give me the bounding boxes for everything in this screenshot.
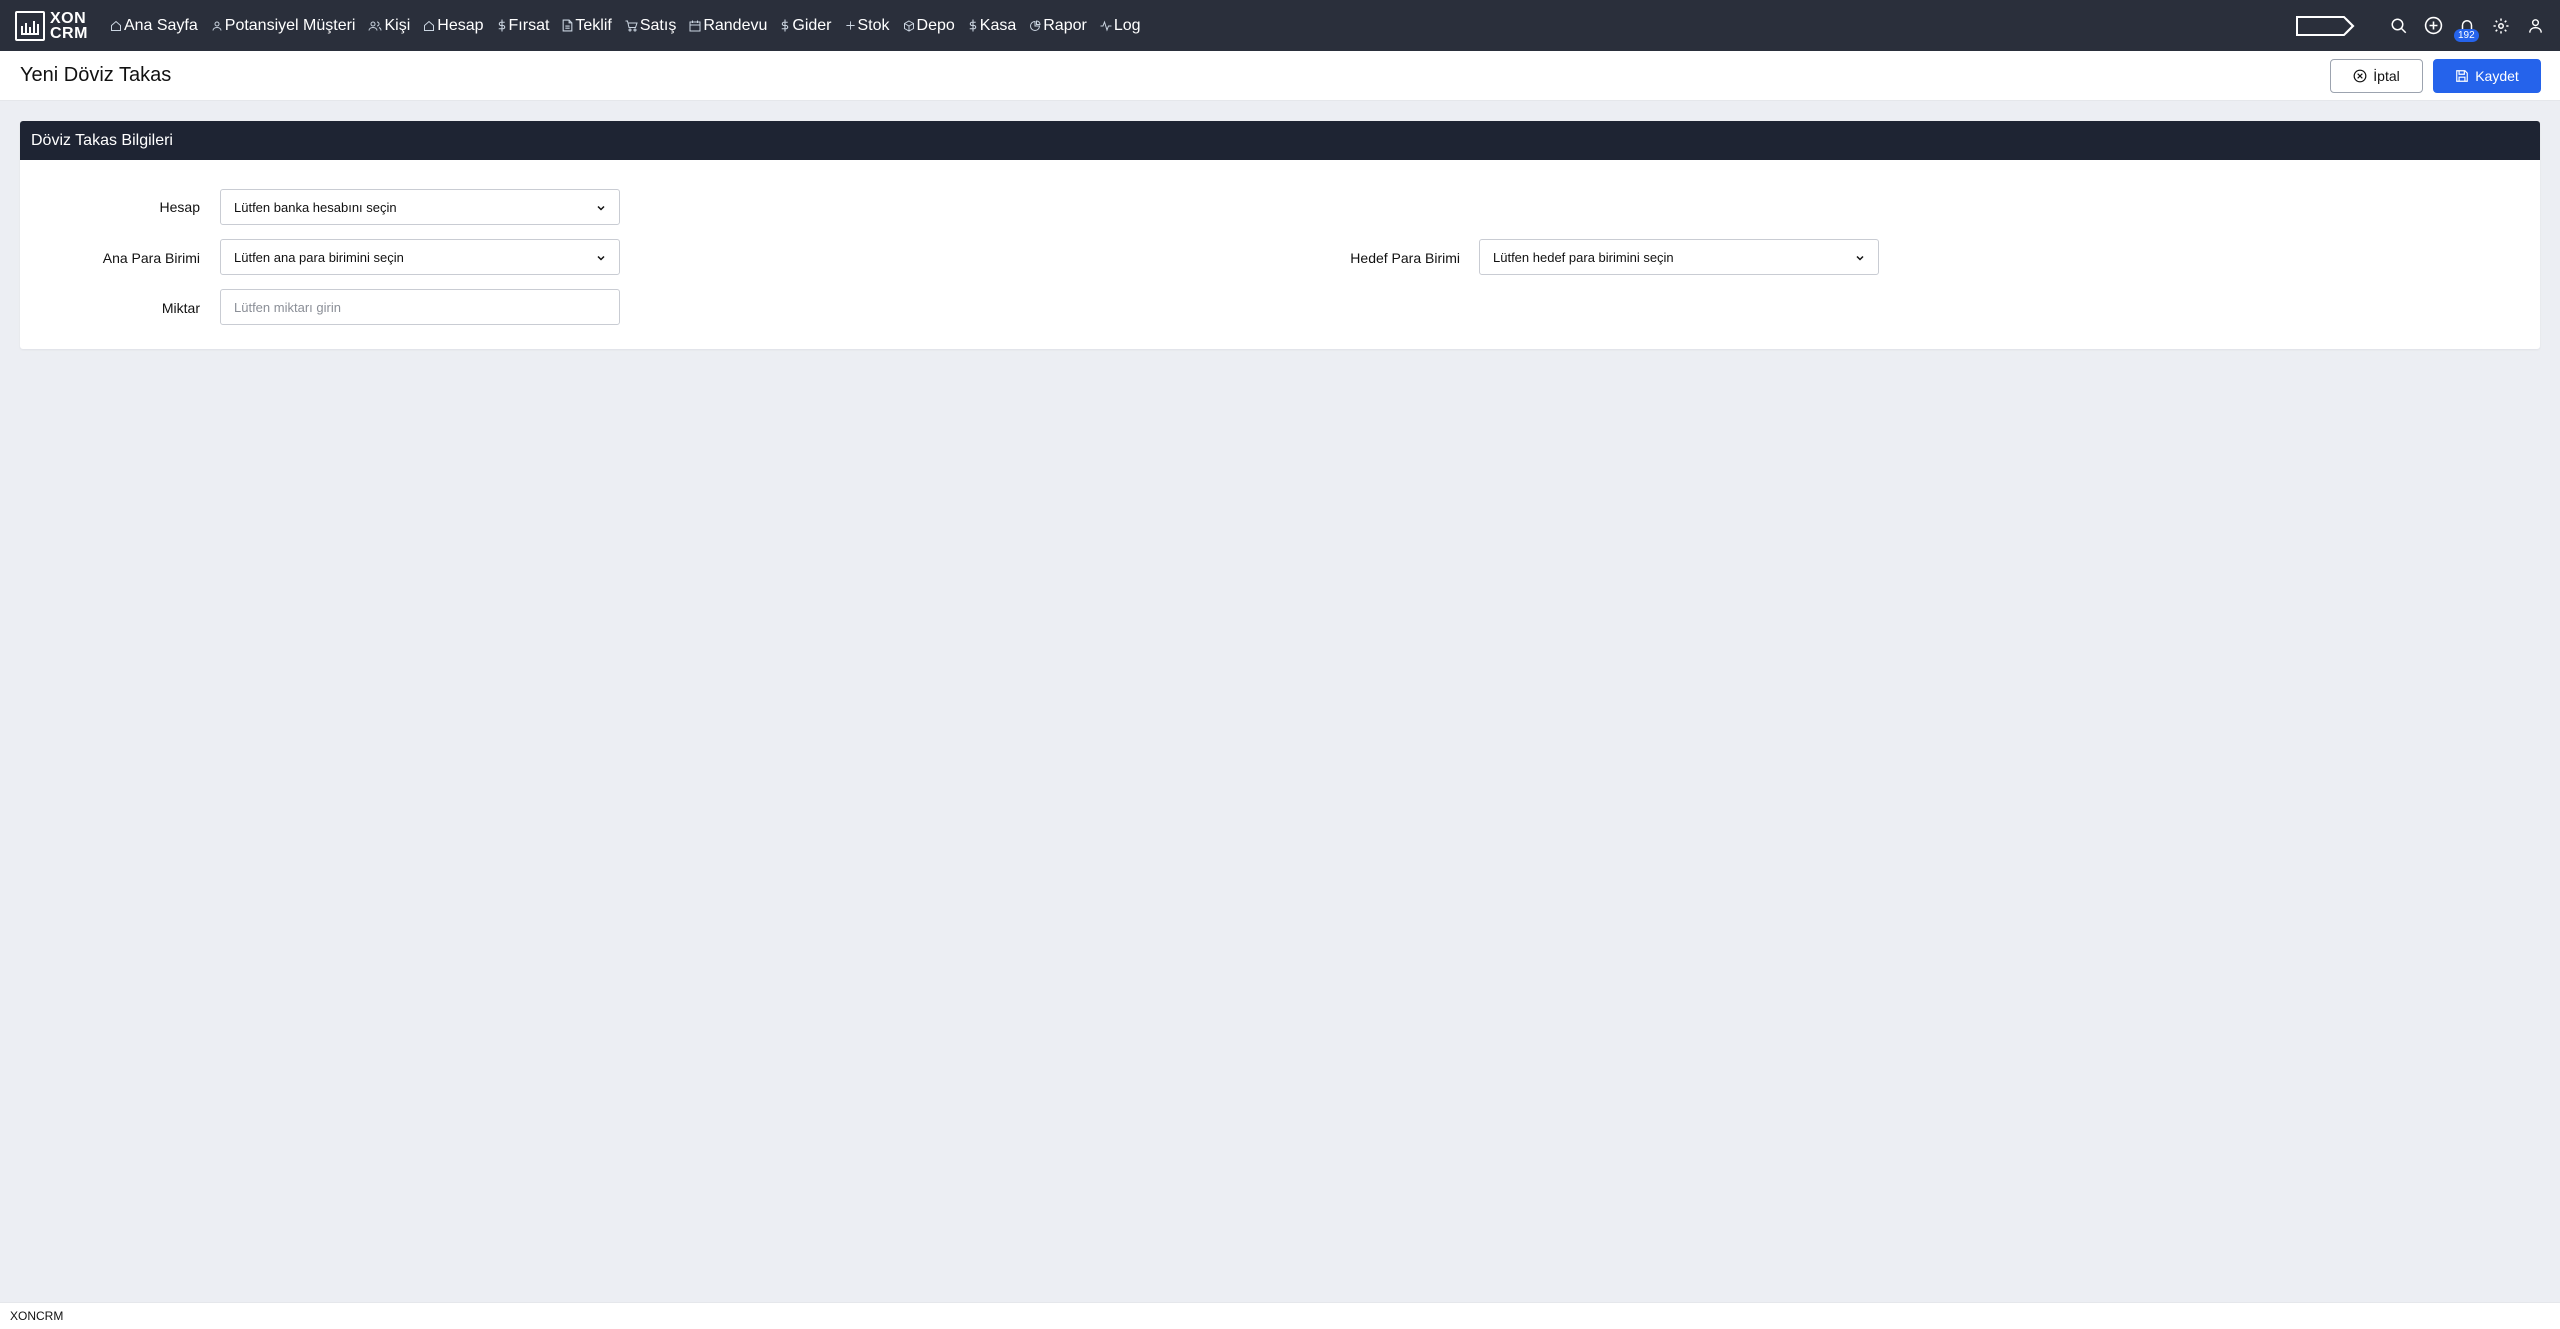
page-header: Yeni Döviz Takas İptal Kaydet — [0, 51, 2560, 101]
nav-item-kasa[interactable]: Kasa — [968, 17, 1016, 35]
close-circle-icon — [2353, 69, 2367, 83]
nav-item-teklif[interactable]: Teklif — [562, 16, 612, 35]
account-label: Hesap — [159, 199, 200, 215]
nav-item-depo[interactable]: Depo — [903, 17, 955, 35]
logo-text: XON CRM — [50, 9, 88, 42]
sidebar-toggle-icon[interactable] — [2296, 15, 2358, 37]
calendar-icon — [689, 20, 701, 31]
footer: XONCRM — [0, 1302, 2560, 1329]
dollar-icon — [782, 19, 789, 32]
box-icon — [903, 19, 914, 32]
cancel-button[interactable]: İptal — [2330, 59, 2423, 93]
main-menu: Ana Sayfa Potansiyel Müşteri Kişi Hesap … — [110, 17, 1154, 35]
chevron-down-icon — [597, 255, 605, 261]
card-header: Döviz Takas Bilgileri — [20, 121, 2540, 160]
nav-item-gider[interactable]: Gider — [780, 16, 832, 35]
nav-item-potansiyel-musteri[interactable]: Potansiyel Müşteri — [211, 16, 356, 35]
nav-item-firsat[interactable]: Fırsat — [497, 16, 550, 35]
nav-item-label: Log — [1113, 16, 1141, 34]
chevron-down-icon — [597, 205, 605, 211]
nav-item-label: Hesap — [437, 16, 484, 34]
save-button-label: Kaydet — [2475, 68, 2519, 84]
notification-bell[interactable]: 192 — [2454, 15, 2479, 42]
logo-text-line2: CRM — [50, 24, 88, 42]
user-icon — [212, 21, 222, 31]
chart-pie-icon — [1030, 19, 1041, 31]
logo-text-line1: XON — [50, 9, 87, 27]
section-title: Döviz Takas Bilgileri — [31, 131, 173, 149]
nav-item-label: Gider — [792, 16, 832, 34]
footer-brand: XONCRM — [10, 1309, 64, 1323]
nav-item-label: Satış — [639, 16, 677, 34]
save-icon — [2456, 70, 2469, 82]
home-icon — [110, 20, 121, 31]
account-select-value: Lütfen banka hesabını seçin — [234, 199, 397, 215]
nav-item-rapor[interactable]: Rapor — [1029, 17, 1087, 35]
nav-item-label: Stok — [857, 16, 890, 34]
navbar-actions: 192 — [2296, 0, 2546, 51]
base-currency-select[interactable]: Lütfen ana para birimini seçin — [220, 239, 620, 275]
nav-item-label: Fırsat — [508, 16, 550, 34]
nav-item-label: Randevu — [703, 16, 768, 34]
account-select[interactable]: Lütfen banka hesabını seçin — [220, 189, 620, 225]
add-circle-icon[interactable] — [2422, 15, 2444, 37]
nav-item-label: Kişi — [384, 16, 411, 34]
save-button[interactable]: Kaydet — [2433, 59, 2541, 93]
base-currency-label: Ana Para Birimi — [102, 250, 200, 266]
nav-item-hesap[interactable]: Hesap — [423, 16, 484, 35]
nav-item-label: Teklif — [575, 16, 612, 34]
nav-item-stok[interactable]: Stok — [845, 17, 890, 35]
search-icon[interactable] — [2388, 15, 2410, 37]
home-icon — [424, 20, 435, 31]
app-logo[interactable]: XON CRM — [15, 9, 88, 42]
gear-icon[interactable] — [2490, 15, 2512, 37]
nav-item-label: Potansiyel Müşteri — [224, 16, 356, 34]
nav-item-ana-sayfa[interactable]: Ana Sayfa — [110, 17, 198, 35]
amount-field-wrapper — [220, 289, 620, 325]
nav-item-label: Kasa — [979, 16, 1017, 34]
nav-item-kisi[interactable]: Kişi — [368, 17, 410, 35]
activity-icon — [1100, 19, 1112, 32]
nav-item-label: Rapor — [1043, 16, 1087, 34]
base-currency-select-value: Lütfen ana para birimini seçin — [234, 249, 404, 265]
amount-input[interactable] — [234, 299, 619, 315]
nav-item-label: Depo — [916, 16, 955, 34]
target-currency-select[interactable]: Lütfen hedef para birimini seçin — [1479, 239, 1879, 275]
nav-item-log[interactable]: Log — [1100, 17, 1141, 35]
plus-icon — [845, 21, 855, 30]
page-title: Yeni Döviz Takas — [20, 64, 172, 86]
target-currency-select-value: Lütfen hedef para birimini seçin — [1493, 249, 1674, 265]
cart-icon — [625, 20, 638, 31]
nav-item-randevu[interactable]: Randevu — [689, 17, 767, 35]
user-profile-icon[interactable] — [2524, 15, 2546, 37]
file-icon — [563, 19, 573, 32]
dollar-icon — [498, 19, 505, 32]
chevron-down-icon — [1856, 255, 1864, 261]
logo-chart-icon — [15, 10, 45, 41]
cancel-button-label: İptal — [2373, 68, 2400, 84]
amount-label: Miktar — [161, 300, 200, 316]
nav-item-satis[interactable]: Satış — [625, 17, 676, 35]
top-navbar: XON CRM Ana Sayfa Potansiyel Müşteri Kiş… — [0, 0, 2560, 51]
target-currency-label: Hedef Para Birimi — [1350, 250, 1460, 266]
nav-item-label: Ana Sayfa — [123, 16, 198, 34]
notification-badge: 192 — [2454, 28, 2479, 42]
dollar-icon — [969, 19, 976, 32]
exchange-form-card: Döviz Takas Bilgileri Hesap Lütfen banka… — [20, 121, 2540, 349]
users-icon — [368, 21, 382, 31]
